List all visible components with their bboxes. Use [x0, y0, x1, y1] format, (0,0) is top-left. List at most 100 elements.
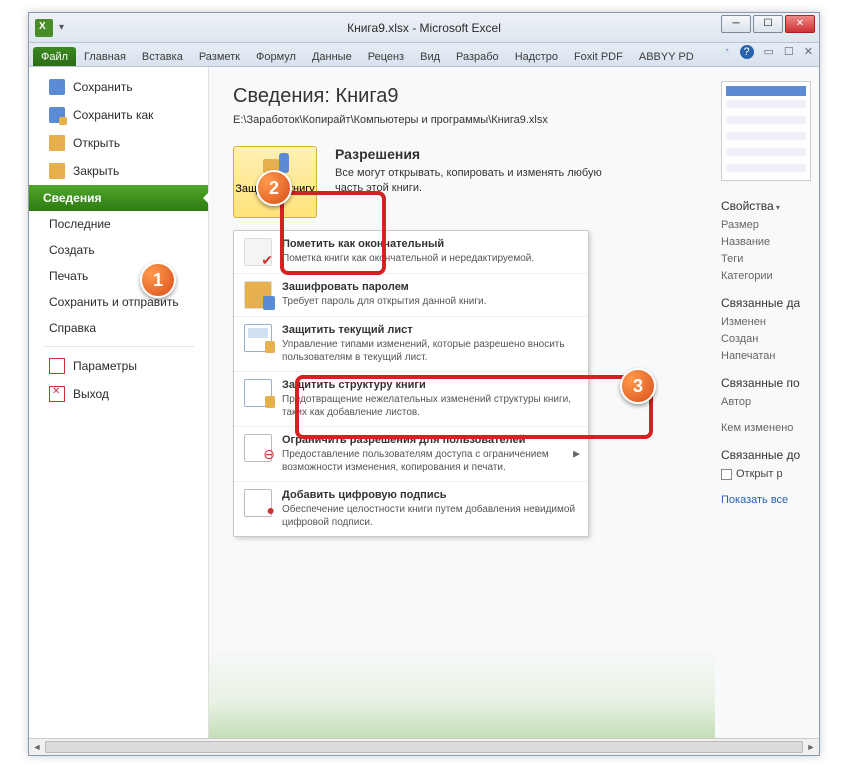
menu-item-mark-final[interactable]: Пометить как окончательный Пометка книги …	[234, 231, 588, 273]
prop-modifiedby: Кем изменено	[721, 422, 815, 434]
signature-icon	[244, 489, 272, 517]
menu-title: Защитить структуру книги	[282, 379, 578, 391]
sidebar-item-label: Сведения	[43, 191, 101, 205]
close-button[interactable]: ✕	[785, 15, 815, 33]
menu-desc: Управление типами изменений, которые раз…	[282, 338, 578, 364]
tab-addins[interactable]: Надстро	[507, 47, 566, 66]
tab-view[interactable]: Вид	[412, 47, 448, 66]
prop-printed: Напечатан	[721, 350, 815, 362]
mark-final-icon	[244, 238, 272, 266]
sidebar-item-exit[interactable]: Выход	[29, 380, 208, 408]
tab-insert[interactable]: Вставка	[134, 47, 191, 66]
sidebar-item-label: Сохранить как	[73, 108, 153, 122]
prop-size: Размер	[721, 219, 815, 231]
permissions-desc: Все могут открывать, копировать и изменя…	[335, 166, 605, 197]
saveas-icon	[49, 107, 65, 123]
sidebar-item-options[interactable]: Параметры	[29, 352, 208, 380]
menu-title: Пометить как окончательный	[282, 238, 534, 250]
prop-modified: Изменен	[721, 316, 815, 328]
permissions-title: Разрешения	[335, 146, 605, 162]
tab-developer[interactable]: Разрабо	[448, 47, 507, 66]
protect-menu: Пометить как окончательный Пометка книги …	[233, 230, 589, 537]
menu-desc: Пометка книги как окончательной и нереда…	[282, 252, 534, 265]
menu-desc: Предотвращение нежелательных изменений с…	[282, 393, 578, 419]
sidebar-item-save[interactable]: Сохранить	[29, 73, 208, 101]
tab-formulas[interactable]: Формул	[248, 47, 304, 66]
tab-abbyy[interactable]: ABBYY PD	[631, 47, 702, 66]
related-people-heading: Связанные по	[721, 376, 815, 390]
sidebar-item-label: Создать	[49, 243, 95, 257]
protect-sheet-icon	[244, 324, 272, 352]
annotation-callout-1: 1	[140, 262, 176, 298]
menu-item-encrypt[interactable]: Зашифровать паролемТребует пароль для от…	[234, 273, 588, 316]
menu-desc: Обеспечение целостности книги путем доба…	[282, 503, 578, 529]
ribbon-minimize-icon[interactable]: ◔	[723, 45, 730, 59]
sidebar-item-recent[interactable]: Последние	[29, 211, 208, 237]
help-icon[interactable]: ?	[740, 45, 754, 59]
horizontal-scrollbar[interactable]: ◄ ►	[29, 738, 819, 755]
save-icon	[49, 79, 65, 95]
scroll-right-arrow-icon[interactable]: ►	[803, 739, 819, 755]
sidebar-item-saveas[interactable]: Сохранить как	[29, 101, 208, 129]
sidebar-item-open[interactable]: Открыть	[29, 129, 208, 157]
encrypt-icon	[244, 281, 272, 309]
doc-minimize-icon[interactable]: ▭	[764, 45, 774, 59]
prop-categories: Категории	[721, 270, 815, 282]
menu-desc: Предоставление пользователям доступа с о…	[282, 448, 578, 474]
sidebar-item-label: Закрыть	[73, 164, 119, 178]
annotation-callout-3: 3	[620, 368, 656, 404]
menu-item-restrict-permissions[interactable]: Ограничить разрешения для пользователейП…	[234, 426, 588, 481]
exit-icon	[49, 386, 65, 402]
prop-author: Автор	[721, 396, 815, 408]
properties-panel: Свойства Размер Название Теги Категории …	[715, 67, 819, 755]
sidebar-divider	[43, 346, 194, 347]
sidebar-item-share[interactable]: Сохранить и отправить	[29, 289, 208, 315]
titlebar[interactable]: ▾ Книга9.xlsx - Microsoft Excel ─ ☐ ✕	[29, 13, 819, 43]
prop-title: Название	[721, 236, 815, 248]
minimize-button[interactable]: ─	[721, 15, 751, 33]
show-all-link[interactable]: Показать все	[721, 494, 815, 506]
maximize-button[interactable]: ☐	[753, 15, 783, 33]
doc-close-icon[interactable]: ✕	[804, 45, 813, 59]
menu-item-digital-signature[interactable]: Добавить цифровую подписьОбеспечение цел…	[234, 481, 588, 536]
excel-icon	[35, 19, 53, 37]
close-icon	[49, 163, 65, 179]
sidebar-item-label: Параметры	[73, 359, 137, 373]
tab-file[interactable]: Файл	[33, 47, 76, 66]
app-window: ▾ Книга9.xlsx - Microsoft Excel ─ ☐ ✕ Фа…	[28, 12, 820, 756]
tab-foxit[interactable]: Foxit PDF	[566, 47, 631, 66]
tab-review[interactable]: Реценз	[360, 47, 412, 66]
open-location-checkbox[interactable]: Открыт р	[721, 468, 815, 480]
sidebar-item-label: Выход	[73, 387, 109, 401]
open-icon	[49, 135, 65, 151]
permissions-info: Разрешения Все могут открывать, копирова…	[335, 146, 605, 197]
properties-heading[interactable]: Свойства	[721, 199, 815, 213]
qat-dropdown[interactable]: ▾	[59, 22, 64, 33]
tab-layout[interactable]: Разметк	[191, 47, 248, 66]
scrollbar-thumb[interactable]	[45, 741, 803, 753]
sidebar-item-label: Сохранить	[73, 80, 133, 94]
document-thumbnail[interactable]	[721, 81, 811, 181]
restrict-icon	[244, 434, 272, 462]
sidebar-item-label: Последние	[49, 217, 111, 231]
window-title: Книга9.xlsx - Microsoft Excel	[347, 21, 501, 35]
checkbox-label: Открыт р	[736, 468, 783, 480]
scroll-left-arrow-icon[interactable]: ◄	[29, 739, 45, 755]
tab-data[interactable]: Данные	[304, 47, 360, 66]
ribbon-tabs: Файл Главная Вставка Разметк Формул Данн…	[29, 43, 819, 67]
sidebar-item-new[interactable]: Создать	[29, 237, 208, 263]
sidebar-item-label: Печать	[49, 269, 88, 283]
sidebar-item-help[interactable]: Справка	[29, 315, 208, 341]
tab-home[interactable]: Главная	[76, 47, 134, 66]
menu-item-protect-structure[interactable]: Защитить структуру книги Предотвращение н…	[234, 371, 588, 426]
sidebar-item-close[interactable]: Закрыть	[29, 157, 208, 185]
prop-created: Создан	[721, 333, 815, 345]
sidebar-item-label: Справка	[49, 321, 96, 335]
doc-restore-icon[interactable]: ☐	[784, 45, 794, 59]
sidebar-item-info[interactable]: Сведения	[29, 185, 208, 211]
related-docs-heading: Связанные до	[721, 448, 815, 462]
sidebar-item-print[interactable]: Печать	[29, 263, 208, 289]
related-dates-heading: Связанные да	[721, 296, 815, 310]
menu-item-protect-sheet[interactable]: Защитить текущий листУправление типами и…	[234, 316, 588, 371]
backstage-sidebar: Сохранить Сохранить как Открыть Закрыть …	[29, 67, 209, 755]
